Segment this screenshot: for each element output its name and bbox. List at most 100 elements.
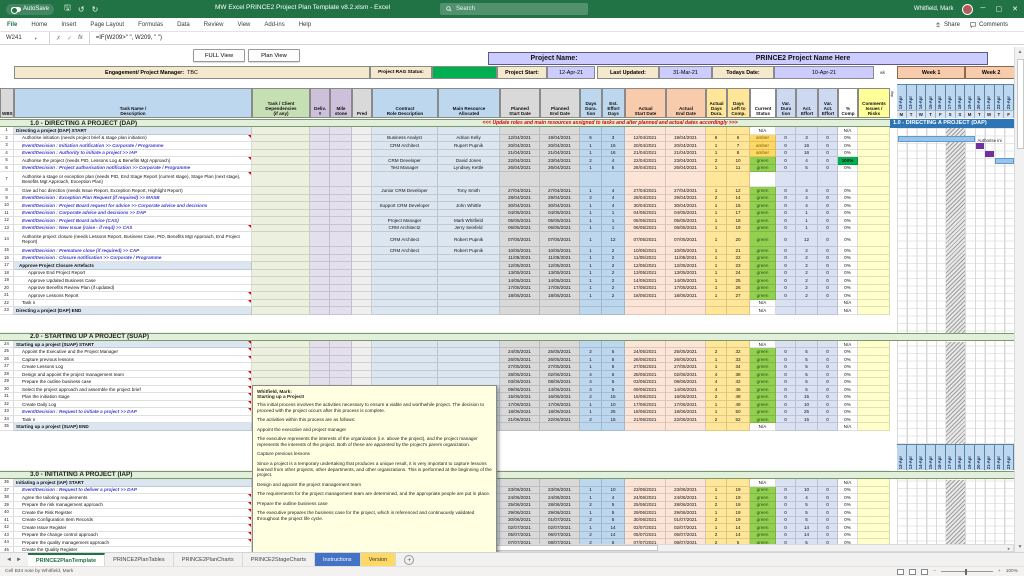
cell-st[interactable]: N/A — [750, 307, 776, 315]
task-row[interactable]: 17Approve Project Closure Artefacts12/05… — [0, 262, 890, 270]
cell-dep[interactable] — [252, 285, 310, 293]
cell-pe[interactable]: 26/04/2021 — [540, 165, 580, 173]
task-row[interactable]: 6Event/Decision : Project authorisation … — [0, 165, 890, 173]
cell-st[interactable]: N/A — [750, 127, 776, 135]
cell-pe[interactable]: 20/04/2021 — [540, 142, 580, 150]
cell-ac[interactable]: 16 — [796, 150, 818, 158]
cancel-icon[interactable]: ✗ — [56, 35, 61, 42]
cell-role[interactable] — [372, 341, 438, 349]
cell-role[interactable] — [372, 270, 438, 278]
cell-x[interactable]: Event/Decision : Project Board advice (C… — [14, 217, 252, 225]
cell-cm[interactable] — [858, 165, 890, 173]
cell-ac[interactable]: 5 — [796, 386, 818, 394]
cell-res[interactable] — [438, 341, 500, 349]
cell-ae[interactable] — [666, 307, 706, 315]
cell-dep[interactable] — [252, 195, 310, 203]
cell-st[interactable]: N/A — [750, 300, 776, 308]
cell-lf[interactable] — [727, 127, 750, 135]
cell-e[interactable]: 2 — [602, 277, 625, 285]
cell-e[interactable]: 2 — [602, 292, 625, 300]
cell-prd[interactable] — [352, 225, 372, 233]
cell-pe[interactable]: 23/04/2021 — [540, 157, 580, 165]
task-row[interactable]: 5Authorise the project (needs PID, Lesso… — [0, 157, 890, 165]
sheet-tab-prince2plantables[interactable]: PRINCE2PlanTables — [105, 553, 174, 566]
cell-lf[interactable]: 20 — [727, 232, 750, 247]
cell-pc[interactable]: 0% — [838, 517, 858, 525]
cell-ac[interactable]: 2 — [796, 277, 818, 285]
cell-ps[interactable]: 18/06/2021 — [500, 408, 540, 416]
cell-ps[interactable]: 12/04/2021 — [500, 135, 540, 143]
cell-cm[interactable] — [858, 292, 890, 300]
cell-cm[interactable] — [858, 142, 890, 150]
cell-ac[interactable]: 5 — [796, 165, 818, 173]
cell-pc[interactable]: 0% — [838, 532, 858, 540]
cell-n[interactable]: 35 — [0, 423, 14, 431]
cell-e[interactable] — [602, 127, 625, 135]
cell-ac[interactable] — [796, 172, 818, 187]
cell-as[interactable]: 28/05/2021 — [625, 371, 666, 379]
cell-dep[interactable] — [252, 135, 310, 143]
cell-pc[interactable]: 0% — [838, 348, 858, 356]
task-row[interactable]: 20Approve Benefits Review Plan (if updat… — [0, 285, 890, 293]
cell-e[interactable]: 5 — [602, 378, 625, 386]
cell-vd[interactable]: 0 — [776, 401, 796, 409]
cell-prd[interactable] — [352, 187, 372, 195]
task-row[interactable]: 7Authorise a stage or exception plan (ne… — [0, 172, 890, 187]
cell-e[interactable]: 2 — [602, 270, 625, 278]
menu-view[interactable]: View — [230, 22, 257, 28]
task-row[interactable]: 28Design and appoint the project managem… — [0, 371, 890, 379]
cell-st[interactable]: green — [750, 262, 776, 270]
cell-role[interactable]: CRM Architect2 — [372, 225, 438, 233]
cell-e[interactable]: 2 — [602, 247, 625, 255]
cell-pe[interactable] — [540, 423, 580, 431]
cell-cm[interactable] — [858, 532, 890, 540]
cell-lf[interactable]: 49 — [727, 401, 750, 409]
cell-as[interactable]: 28/04/2021 — [625, 195, 666, 203]
cell-ve[interactable]: 0 — [818, 487, 838, 495]
tab-scroll-left-icon[interactable]: ◄ — [6, 557, 12, 563]
cell-prd[interactable] — [352, 255, 372, 263]
cell-ad[interactable]: 1 — [706, 142, 727, 150]
cell-e[interactable]: 15 — [602, 393, 625, 401]
cell-role[interactable] — [372, 363, 438, 371]
zoom-slider[interactable] — [941, 571, 993, 572]
cell-ve[interactable]: 0 — [818, 195, 838, 203]
cell-res[interactable]: Lyndsey Kettle — [438, 165, 500, 173]
cell-lf[interactable]: 32 — [727, 348, 750, 356]
cell-n[interactable]: 29 — [0, 378, 14, 386]
cell-dep[interactable] — [252, 292, 310, 300]
cell-prd[interactable] — [352, 157, 372, 165]
tab-scroll-right-icon[interactable]: ► — [16, 557, 22, 563]
cell-del[interactable] — [310, 217, 330, 225]
cell-d[interactable]: 1 — [580, 225, 602, 233]
cell-mil[interactable] — [330, 270, 352, 278]
cell-vd[interactable]: 0 — [776, 348, 796, 356]
cell-prd[interactable] — [352, 210, 372, 218]
cell-n[interactable]: 30 — [0, 386, 14, 394]
cell-ve[interactable]: 0 — [818, 150, 838, 158]
cell-ae[interactable]: 30/04/2021 — [666, 202, 706, 210]
cell-ps[interactable]: 24/06/2021 — [500, 494, 540, 502]
cell-ad[interactable]: 1 — [706, 270, 727, 278]
cell-pc[interactable]: 0% — [838, 416, 858, 424]
cell-ve[interactable]: 0 — [818, 277, 838, 285]
cell-prd[interactable] — [352, 262, 372, 270]
cell-ps[interactable]: 05/05/2021 — [500, 217, 540, 225]
cell-ad[interactable]: 1 — [706, 255, 727, 263]
cell-n[interactable]: 44 — [0, 539, 14, 547]
cell-x[interactable]: Event/Decision : Premature close (if req… — [14, 247, 252, 255]
cell-x[interactable]: Event/Decision : Exception Plan Request … — [14, 195, 252, 203]
cell-d[interactable] — [580, 300, 602, 308]
cell-mil[interactable] — [330, 341, 352, 349]
cell-mil[interactable] — [330, 157, 352, 165]
redo-icon[interactable]: ↻ — [92, 5, 99, 14]
cell-ps[interactable]: 30/04/2021 — [500, 202, 540, 210]
cell-ps[interactable]: 07/05/2021 — [500, 232, 540, 247]
cell-del[interactable] — [310, 247, 330, 255]
cell-cm[interactable] — [858, 348, 890, 356]
cell-ae[interactable]: 21/04/2021 — [666, 150, 706, 158]
cell-res[interactable]: Adrian Kelly — [438, 135, 500, 143]
cell-d[interactable]: 1 — [580, 270, 602, 278]
cell-n[interactable]: 34 — [0, 416, 14, 424]
cell-ae[interactable]: 22/06/2021 — [666, 416, 706, 424]
